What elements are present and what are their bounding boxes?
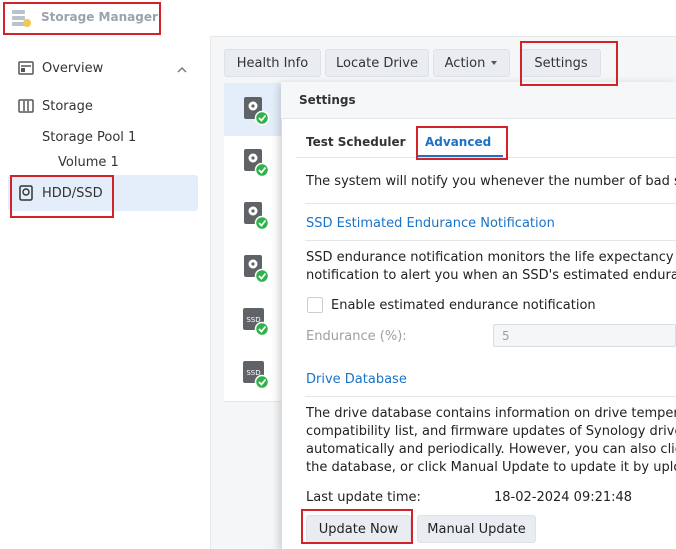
locate-drive-button[interactable]: Locate Drive bbox=[325, 49, 429, 77]
settings-button[interactable]: Settings bbox=[521, 49, 601, 77]
sidebar-item-volume[interactable]: Volume 1 bbox=[58, 155, 119, 170]
enable-endurance-label: Enable estimated endurance notification bbox=[331, 298, 596, 313]
chevron-up-icon[interactable] bbox=[176, 64, 188, 76]
last-update-value: 18-02-2024 09:21:48 bbox=[494, 490, 633, 505]
endurance-input[interactable] bbox=[493, 324, 676, 347]
storage-icon bbox=[18, 99, 34, 113]
tab-advanced[interactable]: Advanced bbox=[425, 135, 491, 149]
sidebar-item-label: HDD/SSD bbox=[42, 186, 103, 201]
sidebar-item-storage[interactable]: Storage bbox=[0, 89, 210, 123]
hdd-drive-icon bbox=[244, 149, 270, 178]
hdd-icon bbox=[19, 185, 33, 201]
locate-drive-label: Locate Drive bbox=[336, 55, 418, 71]
app-title: Storage Manager bbox=[41, 10, 158, 24]
hdd-drive-icon bbox=[244, 255, 270, 284]
overview-icon bbox=[18, 61, 34, 75]
last-update-label: Last update time: bbox=[306, 490, 421, 505]
sidebar-item-storage-pool[interactable]: Storage Pool 1 bbox=[42, 130, 136, 145]
drive-db-description-line-3: automatically and periodically. However,… bbox=[306, 442, 676, 457]
manual-update-label: Manual Update bbox=[427, 521, 526, 537]
tab-test-scheduler[interactable]: Test Scheduler bbox=[306, 135, 406, 149]
drive-db-description-line-4: the database, or click Manual Update to … bbox=[306, 460, 676, 475]
dialog-title: Settings bbox=[299, 93, 356, 107]
settings-dialog bbox=[281, 82, 676, 549]
sidebar-item-label: Overview bbox=[42, 61, 104, 76]
active-tab-indicator bbox=[417, 155, 503, 157]
update-now-label: Update Now bbox=[318, 521, 399, 537]
bad-sector-description: The system will notify you whenever the … bbox=[306, 174, 676, 189]
update-now-button[interactable]: Update Now bbox=[306, 515, 411, 543]
ssd-description-line-2: notification to alert you when an SSD's … bbox=[306, 268, 676, 283]
ssd-drive-icon: SSD bbox=[243, 308, 270, 337]
action-button[interactable]: Action bbox=[433, 49, 510, 77]
section-divider bbox=[305, 203, 676, 204]
storage-manager-app-icon bbox=[12, 10, 31, 27]
drive-db-description-line-2: compatibility list, and firmware updates… bbox=[306, 424, 676, 439]
section-divider bbox=[305, 240, 676, 241]
drive-database-section-title: Drive Database bbox=[306, 372, 407, 387]
ssd-description-line-1: SSD endurance notification monitors the … bbox=[306, 250, 676, 265]
hdd-drive-icon bbox=[244, 202, 270, 231]
drive-db-description-line-1: The drive database contains information … bbox=[306, 406, 676, 421]
endurance-label: Endurance (%): bbox=[306, 329, 407, 344]
sidebar-item-hdd-ssd[interactable]: HDD/SSD bbox=[8, 175, 198, 211]
manual-update-button[interactable]: Manual Update bbox=[417, 515, 536, 543]
hdd-drive-icon bbox=[244, 97, 270, 126]
tabs-divider bbox=[296, 157, 676, 158]
caret-down-icon bbox=[491, 61, 498, 65]
ssd-endurance-section-title: SSD Estimated Endurance Notification bbox=[306, 216, 555, 231]
health-info-label: Health Info bbox=[236, 55, 309, 71]
settings-label: Settings bbox=[534, 55, 588, 71]
enable-endurance-checkbox[interactable] bbox=[307, 297, 323, 313]
action-label: Action bbox=[444, 55, 486, 71]
sidebar-item-label: Storage bbox=[42, 99, 93, 114]
health-info-button[interactable]: Health Info bbox=[224, 49, 321, 77]
section-divider bbox=[305, 396, 676, 397]
ssd-drive-icon: SSD bbox=[243, 361, 270, 390]
